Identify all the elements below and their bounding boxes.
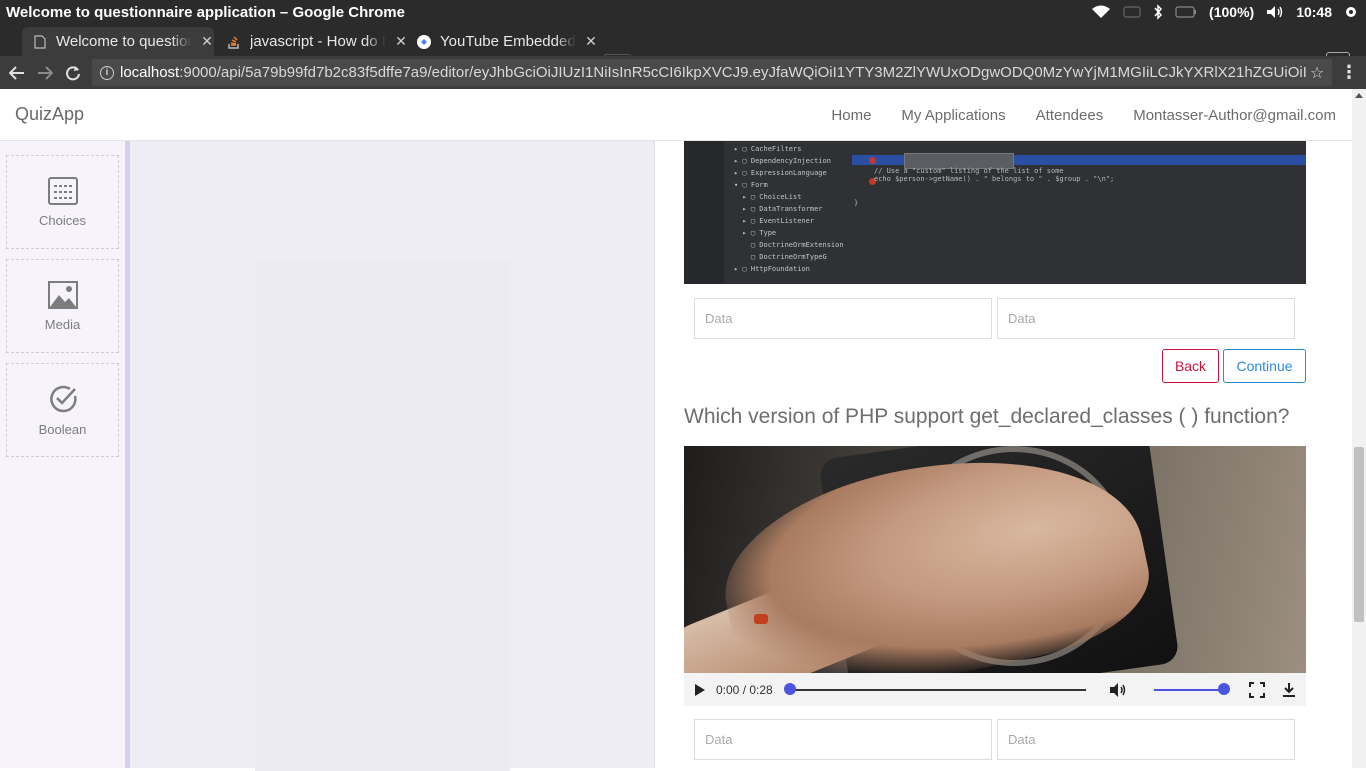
video-player[interactable] (684, 446, 1306, 673)
os-title-bar: Welcome to questionnaire application – G… (0, 0, 1366, 24)
chrome-menu-icon[interactable]: ⋮ (1340, 62, 1358, 83)
browser-tab-strip: Welcome to questionnaire application ✕ j… (0, 24, 1366, 70)
toolbox-media[interactable]: Media (6, 259, 119, 353)
bookmark-star-icon[interactable]: ☆ (1306, 63, 1328, 83)
url-text[interactable]: localhost:9000/api/5a79b99fd7b2c83f5dffe… (120, 64, 1306, 81)
tab-title: javascript - How do I embed a video (250, 33, 386, 50)
questionnaire-preview: ▸ ▢ CacheFilters ▸ ▢ DependencyInjection… (655, 141, 1352, 768)
keyboard-icon[interactable] (1123, 5, 1141, 19)
fullscreen-icon[interactable] (1248, 681, 1266, 699)
system-tray: (100%) 10:48 (1091, 4, 1366, 20)
data-input-left[interactable]: Data (694, 298, 992, 339)
volume-handle[interactable] (1218, 683, 1230, 695)
volume-slider[interactable] (1154, 689, 1224, 691)
toolbox-label: Media (44, 316, 81, 332)
app-navbar: QuizApp Home My Applications Attendees M… (0, 89, 1352, 141)
toolbox-choices[interactable]: Choices (6, 155, 119, 249)
google-dev-icon (416, 34, 432, 50)
settings-gear-icon[interactable] (1344, 5, 1358, 19)
stackoverflow-icon (226, 34, 242, 50)
scroll-up-arrow-icon[interactable] (1355, 93, 1363, 98)
video-time: 0:00 / 0:28 (716, 682, 773, 697)
canvas-drop-zone (255, 261, 510, 771)
toolbox-label: Boolean (38, 421, 87, 437)
back-button[interactable]: Back (1162, 349, 1219, 383)
app-brand[interactable]: QuizApp (15, 104, 84, 125)
tab-stackoverflow[interactable]: javascript - How do I embed a video ✕ (216, 27, 408, 56)
volume-icon[interactable] (1109, 681, 1127, 699)
battery-percentage: (100%) (1209, 4, 1255, 20)
nav-user-account[interactable]: Montasser-Author@gmail.com (1133, 107, 1336, 124)
data-input-right-2[interactable]: Data (997, 719, 1295, 760)
page-icon (32, 34, 48, 50)
address-bar[interactable]: i localhost:9000/api/5a79b99fd7b2c83f5df… (92, 59, 1332, 86)
nav-links: Home My Applications Attendees Montasser… (831, 89, 1336, 141)
image-icon (47, 280, 78, 309)
clock[interactable]: 10:48 (1296, 4, 1332, 20)
toolbox-boolean[interactable]: Boolean (6, 363, 119, 457)
nav-home[interactable]: Home (831, 107, 871, 124)
page-scrollbar[interactable] (1352, 89, 1366, 768)
close-icon[interactable]: ✕ (200, 33, 214, 50)
seek-handle[interactable] (784, 683, 796, 695)
tab-questionnaire[interactable]: Welcome to questionnaire application ✕ (22, 27, 214, 56)
nav-my-applications[interactable]: My Applications (901, 107, 1005, 124)
window-title: Welcome to questionnaire application – G… (6, 3, 405, 21)
tab-youtube-embedded[interactable]: YouTube Embedded Players ✕ (406, 27, 602, 56)
tab-title: Welcome to questionnaire application (56, 33, 192, 50)
play-icon[interactable] (694, 683, 708, 697)
seek-bar[interactable] (790, 689, 1086, 691)
check-circle-icon (49, 385, 77, 412)
wifi-icon[interactable] (1091, 5, 1111, 19)
nav-attendees[interactable]: Attendees (1036, 107, 1104, 124)
code-screenshot-image: ▸ ▢ CacheFilters ▸ ▢ DependencyInjection… (684, 141, 1306, 284)
question-text: Which version of PHP support get_declare… (684, 405, 1290, 428)
back-arrow-icon[interactable] (6, 62, 28, 84)
volume-icon[interactable] (1266, 5, 1284, 19)
scrollbar-thumb[interactable] (1354, 447, 1364, 622)
toolbox-label: Choices (39, 212, 86, 228)
forward-arrow-icon[interactable] (34, 62, 56, 84)
choices-icon (47, 176, 78, 205)
video-controls: 0:00 / 0:28 (684, 673, 1306, 706)
editor-canvas[interactable] (130, 141, 655, 771)
data-input-right[interactable]: Data (997, 298, 1295, 339)
continue-button[interactable]: Continue (1223, 349, 1306, 383)
browser-toolbar: i localhost:9000/api/5a79b99fd7b2c83f5df… (0, 56, 1366, 89)
battery-icon[interactable] (1175, 6, 1197, 18)
reload-icon[interactable] (62, 62, 84, 84)
component-toolbox: Choices Media Boolean (0, 141, 125, 768)
info-icon[interactable]: i (100, 65, 114, 80)
close-icon[interactable]: ✕ (584, 33, 598, 50)
tab-title: YouTube Embedded Players (440, 33, 576, 50)
download-icon[interactable] (1280, 681, 1298, 699)
bluetooth-icon[interactable] (1153, 4, 1163, 20)
data-input-left-2[interactable]: Data (694, 719, 992, 760)
